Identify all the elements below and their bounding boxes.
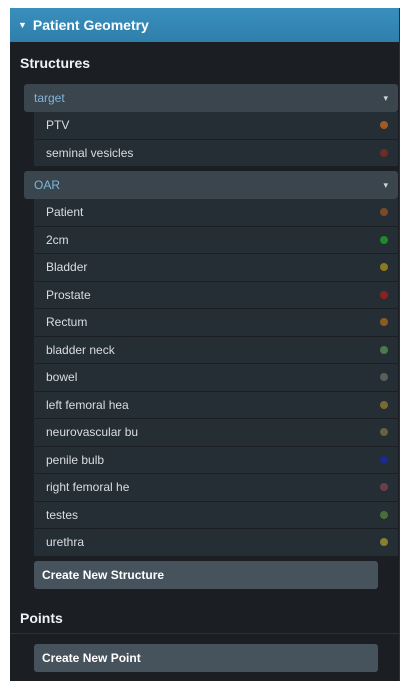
list-item[interactable]: bowel	[34, 364, 398, 392]
list-item[interactable]: left femoral hea	[34, 391, 398, 419]
color-dot-icon	[380, 148, 388, 157]
color-dot-icon	[380, 455, 388, 464]
color-dot-icon	[380, 208, 388, 217]
structure-label: Bladder	[46, 260, 88, 275]
list-item[interactable]: testes	[34, 501, 398, 529]
structure-label: PTV	[46, 118, 70, 133]
color-dot-icon	[380, 538, 388, 547]
group-header-target[interactable]: target ▾	[24, 84, 398, 112]
list-item[interactable]: urethra	[34, 529, 398, 557]
list-item[interactable]: Rectum	[34, 309, 398, 337]
structure-label: testes	[46, 507, 79, 522]
color-dot-icon	[380, 263, 388, 272]
points-title: Points	[20, 609, 63, 626]
list-item[interactable]: Patient	[34, 199, 398, 227]
structure-label: seminal vesicles	[46, 145, 134, 160]
structure-label: Prostate	[46, 287, 91, 302]
structure-label: 2cm	[46, 232, 69, 247]
list-item[interactable]: penile bulb	[34, 446, 398, 474]
structure-label: bowel	[46, 370, 78, 385]
structure-label: Patient	[46, 205, 84, 220]
color-dot-icon	[380, 510, 388, 519]
color-dot-icon	[380, 290, 388, 299]
list-item[interactable]: 2cm	[34, 226, 398, 254]
chevron-down-icon: ▾	[383, 179, 388, 190]
structure-label: left femoral hea	[46, 397, 129, 412]
group-label: OAR	[34, 178, 61, 192]
structures-title: Structures	[20, 55, 91, 71]
list-item[interactable]: neurovascular bu	[34, 419, 398, 447]
list-item[interactable]: Bladder	[34, 254, 398, 282]
list-item[interactable]: right femoral he	[34, 474, 398, 502]
target-list: PTV seminal vesicles	[34, 112, 398, 167]
color-dot-icon	[380, 345, 388, 354]
list-item[interactable]: PTV	[34, 112, 398, 140]
panel-header[interactable]: ▼ Patient Geometry	[10, 8, 399, 42]
color-dot-icon	[380, 373, 388, 382]
color-dot-icon	[380, 483, 388, 492]
list-item[interactable]: bladder neck	[34, 336, 398, 364]
color-dot-icon	[380, 235, 388, 244]
patient-geometry-panel: ▼ Patient Geometry Structures target ▾ P…	[10, 8, 400, 681]
points-section: Create New Point	[10, 632, 399, 672]
structure-label: penile bulb	[46, 452, 105, 467]
structure-label: right femoral he	[46, 480, 130, 495]
create-new-point-button[interactable]: Create New Point	[34, 643, 378, 672]
list-item[interactable]: seminal vesicles	[34, 139, 398, 167]
structure-label: Rectum	[46, 315, 88, 330]
color-dot-icon	[380, 318, 388, 327]
create-new-structure-button[interactable]: Create New Structure	[34, 560, 378, 589]
chevron-down-icon: ▾	[383, 92, 388, 103]
color-dot-icon	[380, 121, 388, 130]
structure-label: urethra	[46, 535, 85, 550]
oar-list: Patient 2cm Bladder Prostate Rectum blad…	[34, 199, 398, 557]
structure-label: neurovascular bu	[46, 425, 139, 440]
collapse-triangle-icon[interactable]: ▼	[18, 20, 27, 30]
structure-label: bladder neck	[46, 342, 115, 357]
color-dot-icon	[380, 428, 388, 437]
panel-title: Patient Geometry	[32, 17, 149, 33]
color-dot-icon	[380, 400, 388, 409]
group-label: target	[34, 91, 65, 105]
list-item[interactable]: Prostate	[34, 281, 398, 309]
group-header-oar[interactable]: OAR ▾	[24, 171, 398, 199]
